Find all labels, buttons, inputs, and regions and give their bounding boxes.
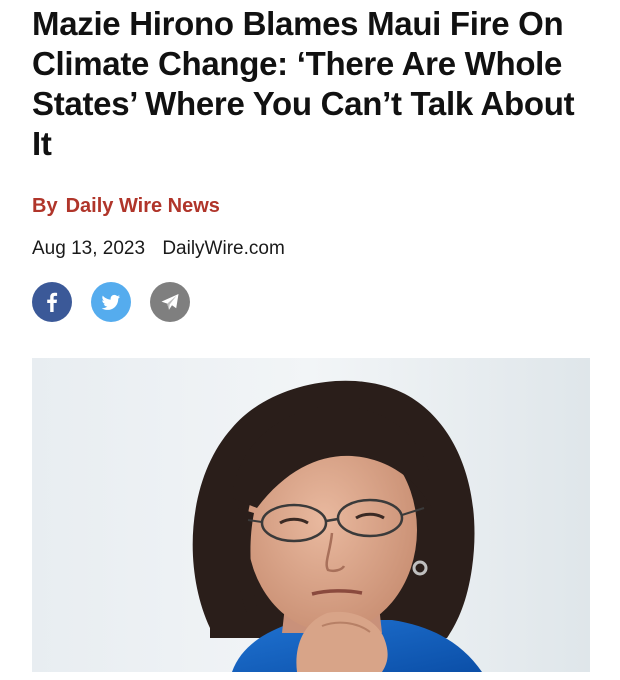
headline: Mazie Hirono Blames Maui Fire On Climate… [32,5,575,162]
facebook-icon [47,292,58,312]
portrait-image [32,358,590,672]
facebook-share-button[interactable] [32,282,72,322]
article-photo [32,358,590,672]
byline: By Daily Wire News [32,193,220,219]
paper-plane-icon [161,294,179,310]
twitter-icon [101,294,120,310]
send-share-button[interactable] [150,282,190,322]
article-meta: Aug 13, 2023 DailyWire.com [32,236,285,262]
twitter-share-button[interactable] [91,282,131,322]
author-link[interactable]: Daily Wire News [66,195,220,217]
source-name: DailyWire.com [162,238,285,259]
article: Mazie Hirono Blames Maui Fire On Climate… [0,0,620,680]
byline-prefix: By [32,195,58,217]
publish-date: Aug 13, 2023 [32,238,146,259]
share-bar [32,282,190,322]
